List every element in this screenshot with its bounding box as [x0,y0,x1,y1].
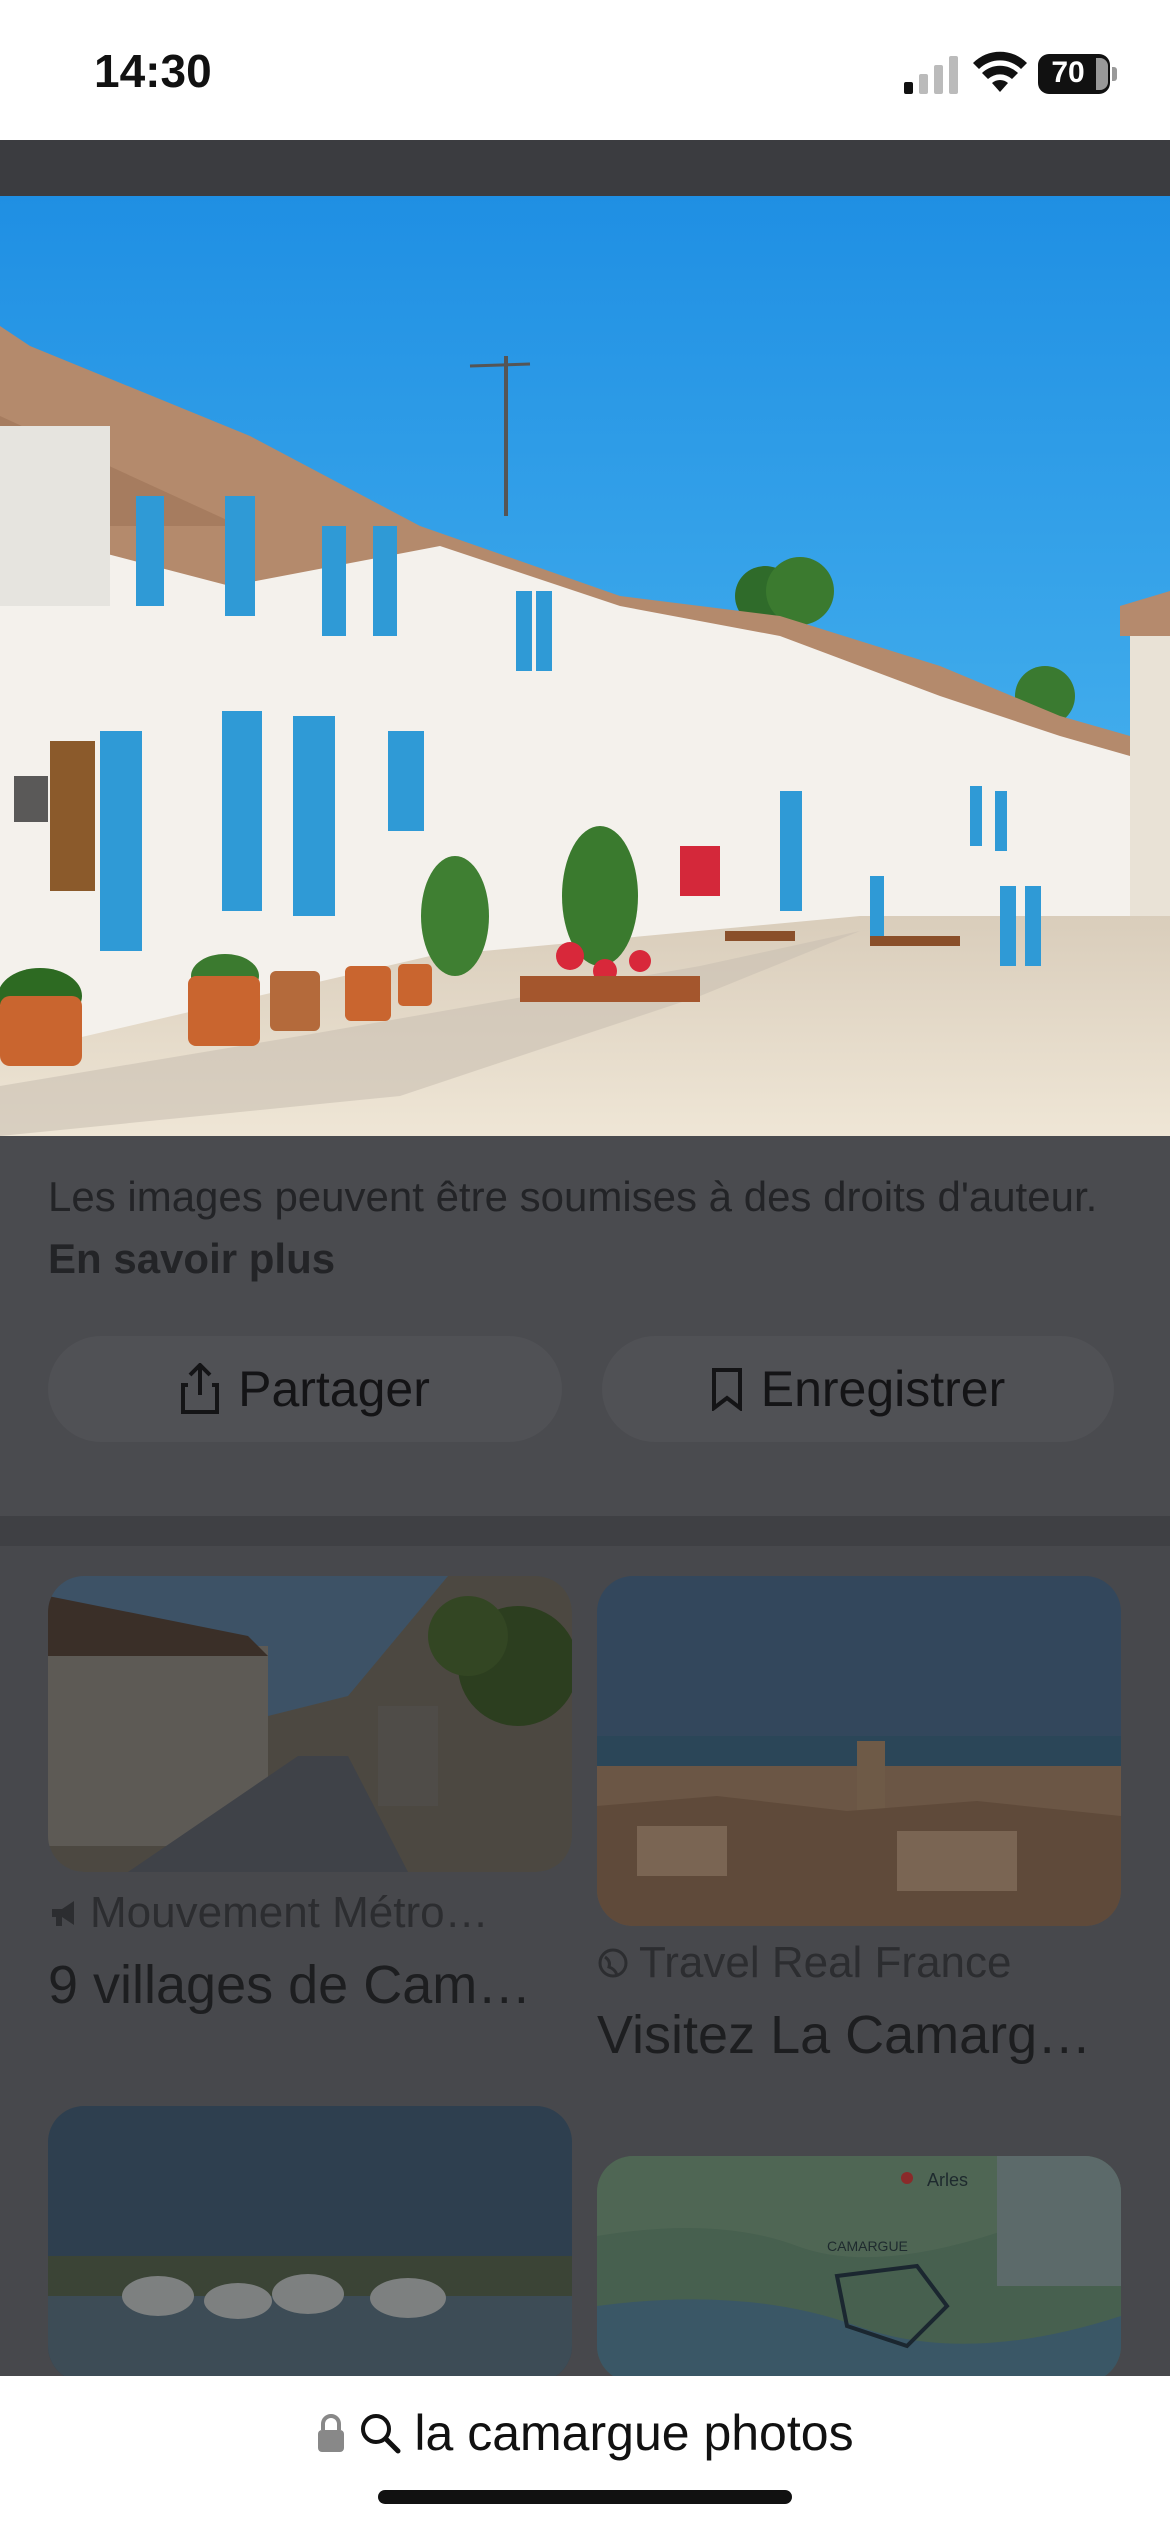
image-info-panel: Les images peuvent être soumises à des d… [0,1136,1170,1516]
browser-address-bar[interactable]: la camargue photos [0,2376,1170,2532]
status-bar: 14:30 70 [0,0,1170,140]
megaphone-icon [52,1901,74,1926]
home-indicator[interactable] [378,2490,792,2504]
copyright-notice: Les images peuvent être soumises à des d… [48,1166,1118,1290]
related-source-2[interactable]: Travel Real France [597,1938,1121,1988]
wifi-icon [973,51,1027,92]
share-icon [181,1363,220,1414]
related-image-1[interactable] [48,1576,572,1872]
share-button[interactable]: Partager [48,1336,562,1442]
save-label: Enregistrer [760,1361,1006,1417]
related-image-4-map[interactable]: Arles CAMARGUE [597,2156,1121,2376]
url-display[interactable]: la camargue photos [0,2404,1170,2462]
related-source-1[interactable]: Mouvement Métro… [48,1888,572,1938]
dimmed-header [0,140,1170,198]
village-street-image [0,196,1170,1136]
search-icon [361,2414,401,2454]
image-viewer-overlay: Les images peuvent être soumises à des d… [0,140,1170,2376]
bookmark-icon [711,1368,742,1411]
search-query: la camargue photos [414,2405,854,2461]
related-source-name-2: Travel Real France [639,1938,1012,1987]
globe-icon [598,1948,628,1978]
related-image-3[interactable] [48,2106,572,2376]
cellular-signal-icon [904,56,958,94]
related-source-name-1: Mouvement Métro… [90,1888,489,1937]
main-photo[interactable] [0,196,1170,1136]
learn-more-link[interactable]: En savoir plus [48,1235,335,1282]
map-label-arles: Arles [927,2170,968,2190]
lock-icon [318,2414,345,2452]
section-divider [0,1516,1170,1546]
save-button[interactable]: Enregistrer [602,1336,1114,1442]
copyright-text: Les images peuvent être soumises à des d… [48,1173,1098,1220]
related-image-2[interactable] [597,1576,1121,1926]
battery-level: 70 [1051,56,1085,89]
related-results: Mouvement Métro… 9 villages de Cam… Trav… [0,1546,1170,2376]
related-title-1[interactable]: 9 villages de Cam… [48,1954,572,2016]
related-title-2[interactable]: Visitez La Camarg… [597,2004,1121,2066]
map-label-camargue: CAMARGUE [827,2238,908,2254]
status-time: 14:30 [94,45,212,97]
battery-icon: 70 [1038,54,1117,94]
share-label: Partager [238,1361,430,1417]
